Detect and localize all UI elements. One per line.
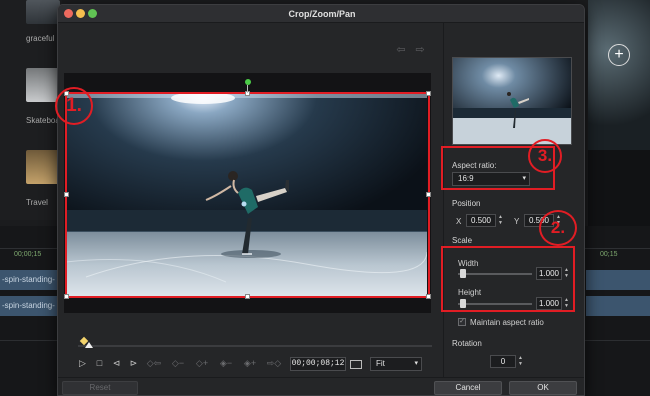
timecode-display[interactable]: 00;00;08;12 (290, 357, 346, 371)
timeline-clip[interactable] (586, 270, 650, 290)
annotation-2: 2. (539, 210, 577, 246)
crop-rectangle[interactable] (64, 91, 431, 299)
next-keyframe-icon[interactable]: ⇨◇ (262, 355, 286, 371)
dialog-footer: Reset Cancel OK (58, 377, 584, 395)
thumbnail-preview (452, 57, 572, 145)
timeline-time: 00;00;15 (14, 251, 42, 258)
media-label: Skateboa (26, 116, 60, 125)
reset-button[interactable]: Reset (62, 381, 138, 395)
crop-zoom-pan-dialog: Crop/Zoom/Pan ⇦ ⇨ ▷ □ ⊲ ⊳ ◇⇦ ◇− ◇+ ◈− ◈+… (57, 4, 585, 396)
video-viewer[interactable] (64, 73, 431, 313)
position-x-stepper[interactable]: ▲ ▼ (497, 214, 504, 227)
dialog-title: Crop/Zoom/Pan (288, 9, 356, 19)
crop-handle-bottom[interactable] (245, 294, 250, 299)
stop-icon[interactable]: □ (91, 355, 108, 371)
scale-label: Scale (452, 236, 473, 245)
x-label: X (456, 217, 462, 226)
duplicate-prev-keyframe-icon[interactable]: ◈− (214, 355, 238, 371)
ok-button[interactable]: OK (509, 381, 577, 395)
arrow-right-icon[interactable]: ⇨ (412, 43, 428, 56)
rotate-handle-stem (247, 85, 248, 93)
crop-handle-bottom-left[interactable] (64, 294, 69, 299)
keyframe-nav: ⇦ ⇨ (393, 43, 433, 57)
playback-scrubber[interactable] (78, 345, 432, 347)
timeline-clip[interactable]: -spin-standing- (0, 296, 60, 316)
crop-handle-top-right[interactable] (426, 91, 431, 96)
rotation-label: Rotation (452, 339, 482, 348)
arrow-left-icon[interactable]: ⇦ (393, 43, 409, 56)
chevron-down-icon: ▾ (414, 360, 418, 367)
duplicate-next-keyframe-icon[interactable]: ◈+ (238, 355, 262, 371)
crop-handle-right[interactable] (426, 192, 431, 197)
previous-keyframe-icon[interactable]: ◇⇦ (142, 355, 166, 371)
settings-panel: Aspect ratio: 16:9 ▾ Position X 0.500 ▲ ▼… (443, 23, 584, 377)
maintain-aspect-checkbox[interactable]: ✓ (458, 318, 466, 326)
position-x-field[interactable]: 0.500 (466, 214, 496, 227)
crop-handle-bottom-right[interactable] (426, 294, 431, 299)
media-label: Travel (26, 198, 48, 207)
timeline-clip[interactable] (586, 296, 650, 316)
add-keyframe-icon[interactable]: ◇+ (190, 355, 214, 371)
rotation-field[interactable]: 0 (490, 355, 516, 368)
annotation-1: 1. (55, 87, 93, 125)
media-library: graceful Skateboa Travel (0, 0, 62, 220)
next-frame-icon[interactable]: ⊳ (125, 355, 142, 371)
media-label: graceful (26, 34, 55, 43)
media-thumbnail[interactable] (26, 150, 60, 184)
cancel-button[interactable]: Cancel (434, 381, 502, 395)
preview-image (588, 0, 650, 150)
scale-highlight (441, 246, 575, 312)
playback-controls: ▷ □ ⊲ ⊳ ◇⇦ ◇− ◇+ ◈− ◈+ ⇨◇ (74, 355, 286, 371)
timeline-clip[interactable]: -spin-standing- (0, 270, 60, 290)
y-label: Y (514, 217, 520, 226)
maintain-aspect-label: Maintain aspect ratio (470, 318, 544, 327)
rotate-handle[interactable] (245, 79, 251, 85)
add-icon[interactable]: + (608, 44, 630, 66)
media-thumbnail[interactable] (26, 0, 60, 24)
playhead-icon[interactable] (85, 342, 93, 348)
timeline-time: 00;15 (600, 251, 618, 258)
media-thumbnail[interactable] (26, 68, 60, 102)
previous-frame-icon[interactable]: ⊲ (108, 355, 125, 371)
zoom-fit-value: Fit (376, 359, 385, 368)
position-label: Position (452, 199, 481, 208)
remove-keyframe-icon[interactable]: ◇− (166, 355, 190, 371)
play-icon[interactable]: ▷ (74, 355, 91, 371)
zoom-fit-select[interactable]: Fit ▾ (370, 357, 422, 371)
preview-image (453, 58, 571, 144)
aspect-ratio-highlight (441, 146, 555, 190)
title-bar[interactable]: Crop/Zoom/Pan (58, 5, 584, 23)
rotation-stepper[interactable]: ▲ ▼ (517, 355, 524, 368)
crop-handle-left[interactable] (64, 192, 69, 197)
aspect-toggle-icon[interactable] (350, 360, 362, 369)
